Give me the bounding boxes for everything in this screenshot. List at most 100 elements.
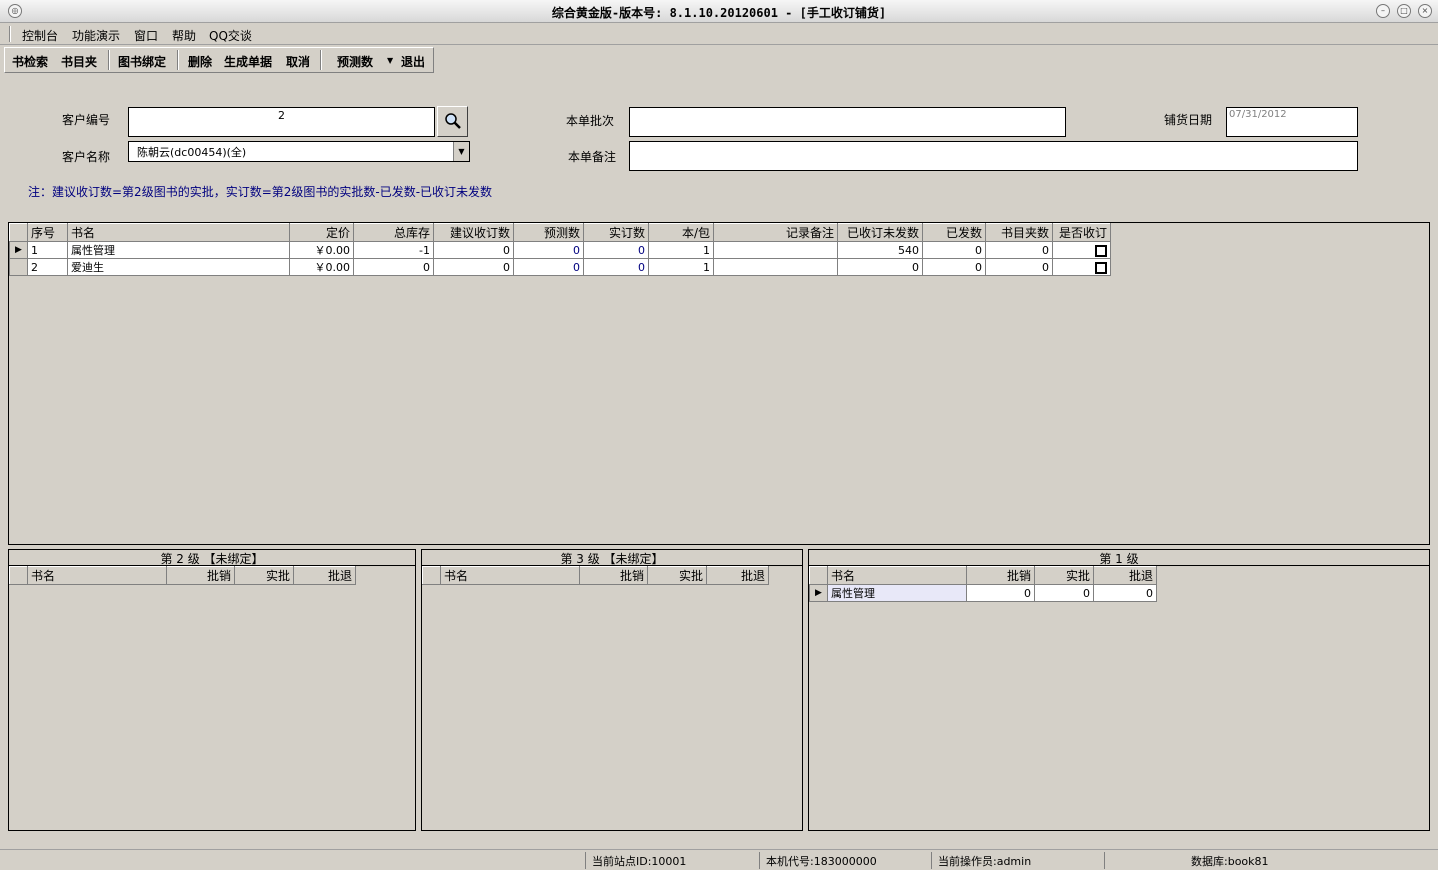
menu-console[interactable]: 控制台 xyxy=(22,27,58,44)
col-header[interactable]: 批退 xyxy=(293,566,356,585)
cell-per-pack[interactable]: 1 xyxy=(648,258,714,276)
checkbox[interactable] xyxy=(1095,261,1107,274)
remark-input[interactable] xyxy=(629,141,1358,171)
col-header[interactable]: 实订数 xyxy=(583,223,649,242)
level1-title: 第 1 级 xyxy=(809,550,1429,566)
cell-suggested[interactable]: 0 xyxy=(433,258,514,276)
toolbar-separator xyxy=(177,50,179,70)
cell-suggested[interactable]: 0 xyxy=(433,241,514,259)
cell-shipped[interactable]: 0 xyxy=(922,258,986,276)
col-header[interactable]: 批销 xyxy=(579,566,648,585)
col-header[interactable]: 书名 xyxy=(67,223,290,242)
delete-button[interactable]: 删除 xyxy=(188,53,212,70)
col-header[interactable]: 预测数 xyxy=(513,223,584,242)
folder-button[interactable]: 书目夹 xyxy=(61,53,97,70)
close-icon[interactable]: × xyxy=(1418,4,1432,18)
col-header[interactable]: 批退 xyxy=(1093,566,1157,585)
cell-stock[interactable]: -1 xyxy=(353,241,434,259)
cell-forecast[interactable]: 0 xyxy=(513,258,584,276)
cell-price[interactable]: ￥0.00 xyxy=(289,258,354,276)
magnifier-icon xyxy=(445,113,461,129)
status-operator: 当前操作员:admin xyxy=(931,852,1031,869)
col-header[interactable]: 本/包 xyxy=(648,223,714,242)
generate-button[interactable]: 生成单据 xyxy=(224,53,272,70)
col-header[interactable]: 定价 xyxy=(289,223,354,242)
col-header[interactable]: 批退 xyxy=(706,566,769,585)
cell-folder[interactable]: 0 xyxy=(985,258,1053,276)
date-input[interactable]: 07/31/2012 xyxy=(1226,107,1358,137)
col-header[interactable]: 书名 xyxy=(827,566,967,585)
bind-button[interactable]: 图书绑定 xyxy=(118,53,166,70)
cell-title[interactable]: 属性管理 xyxy=(67,241,290,259)
row-indicator-header xyxy=(422,566,441,585)
table-row[interactable]: ▶ 1 属性管理 ￥0.00 -1 0 0 0 1 540 0 0 xyxy=(9,241,1111,259)
formula-note: 注：建议收订数=第2级图书的实批，实订数=第2级图书的实批数-已发数-已收订未发… xyxy=(28,185,493,199)
col-header[interactable]: 书名 xyxy=(440,566,580,585)
customer-no-label: 客户编号 xyxy=(62,113,111,127)
dropdown-arrow-icon[interactable]: ▼ xyxy=(387,56,393,65)
cell-actual[interactable]: 0 xyxy=(583,241,649,259)
col-header[interactable]: 书目夹数 xyxy=(985,223,1053,242)
status-database: 数据库:book81 xyxy=(1104,852,1269,869)
search-button[interactable]: 书检索 xyxy=(12,53,48,70)
forecast-button[interactable]: 预测数 xyxy=(337,53,373,70)
cell-remark[interactable] xyxy=(713,258,838,276)
level3-title: 第 3 级 【未绑定】 xyxy=(422,550,802,566)
cell-shipped[interactable]: 0 xyxy=(922,241,986,259)
menu-demo[interactable]: 功能演示 xyxy=(72,27,120,44)
col-header[interactable]: 记录备注 xyxy=(713,223,838,242)
col-header[interactable]: 已发数 xyxy=(922,223,986,242)
col-header[interactable]: 实批 xyxy=(1034,566,1094,585)
col-header[interactable]: 建议收订数 xyxy=(433,223,514,242)
col-header[interactable]: 批销 xyxy=(166,566,235,585)
checkbox[interactable] xyxy=(1095,244,1107,257)
toolbar-separator xyxy=(320,50,322,70)
col-header[interactable]: 是否收订 xyxy=(1052,223,1111,242)
col-header[interactable]: 书名 xyxy=(27,566,167,585)
cell-price[interactable]: ￥0.00 xyxy=(289,241,354,259)
minimize-icon[interactable]: – xyxy=(1376,4,1390,18)
cell-wholesale[interactable]: 0 xyxy=(966,584,1035,602)
cancel-button[interactable]: 取消 xyxy=(286,53,310,70)
col-header[interactable]: 总库存 xyxy=(353,223,434,242)
col-header[interactable]: 已收订未发数 xyxy=(837,223,923,242)
cell-remark[interactable] xyxy=(713,241,838,259)
customer-name-value: 陈朝云(dc00454)(全) xyxy=(137,146,247,159)
table-row[interactable]: 2 爱迪生 ￥0.00 0 0 0 0 1 0 0 0 xyxy=(9,258,1111,276)
cell-title[interactable]: 爱迪生 xyxy=(67,258,290,276)
current-row-arrow-icon: ▶ xyxy=(9,241,28,259)
col-header[interactable]: 实批 xyxy=(234,566,294,585)
date-label: 铺货日期 xyxy=(1164,113,1213,127)
cell-folder[interactable]: 0 xyxy=(985,241,1053,259)
cell-pending[interactable]: 540 xyxy=(837,241,923,259)
customer-search-button[interactable] xyxy=(437,106,468,137)
menu-window[interactable]: 窗口 xyxy=(134,27,158,44)
customer-no-input[interactable]: 2 xyxy=(128,107,435,137)
level3-panel: 第 3 级 【未绑定】 书名 批销 实批 批退 xyxy=(421,549,803,831)
maximize-icon[interactable]: □ xyxy=(1397,4,1411,18)
col-header[interactable]: 实批 xyxy=(647,566,707,585)
cell-stock[interactable]: 0 xyxy=(353,258,434,276)
col-header[interactable]: 批销 xyxy=(966,566,1035,585)
chevron-down-icon[interactable]: ▼ xyxy=(453,142,469,161)
menu-qq[interactable]: QQ交谈 xyxy=(209,27,252,44)
cell-forecast[interactable]: 0 xyxy=(513,241,584,259)
status-site: 当前站点ID:10001 xyxy=(585,852,686,869)
cell-actual[interactable]: 0 xyxy=(583,258,649,276)
cell-order-checkbox[interactable] xyxy=(1052,241,1111,259)
cell-return[interactable]: 0 xyxy=(1093,584,1157,602)
toolbar-separator xyxy=(108,50,110,70)
cell-order-checkbox[interactable] xyxy=(1052,258,1111,276)
cell-seq[interactable]: 2 xyxy=(27,258,68,276)
cell-seq[interactable]: 1 xyxy=(27,241,68,259)
batch-input[interactable] xyxy=(629,107,1066,137)
exit-button[interactable]: 退出 xyxy=(401,53,425,70)
cell-per-pack[interactable]: 1 xyxy=(648,241,714,259)
customer-name-select[interactable]: 陈朝云(dc00454)(全) ▼ xyxy=(128,141,470,162)
table-row[interactable]: ▶ 属性管理 0 0 0 xyxy=(809,584,1157,602)
col-header[interactable]: 序号 xyxy=(27,223,68,242)
cell-pending[interactable]: 0 xyxy=(837,258,923,276)
cell-title[interactable]: 属性管理 xyxy=(827,584,967,602)
menu-help[interactable]: 帮助 xyxy=(172,27,196,44)
cell-actual[interactable]: 0 xyxy=(1034,584,1094,602)
